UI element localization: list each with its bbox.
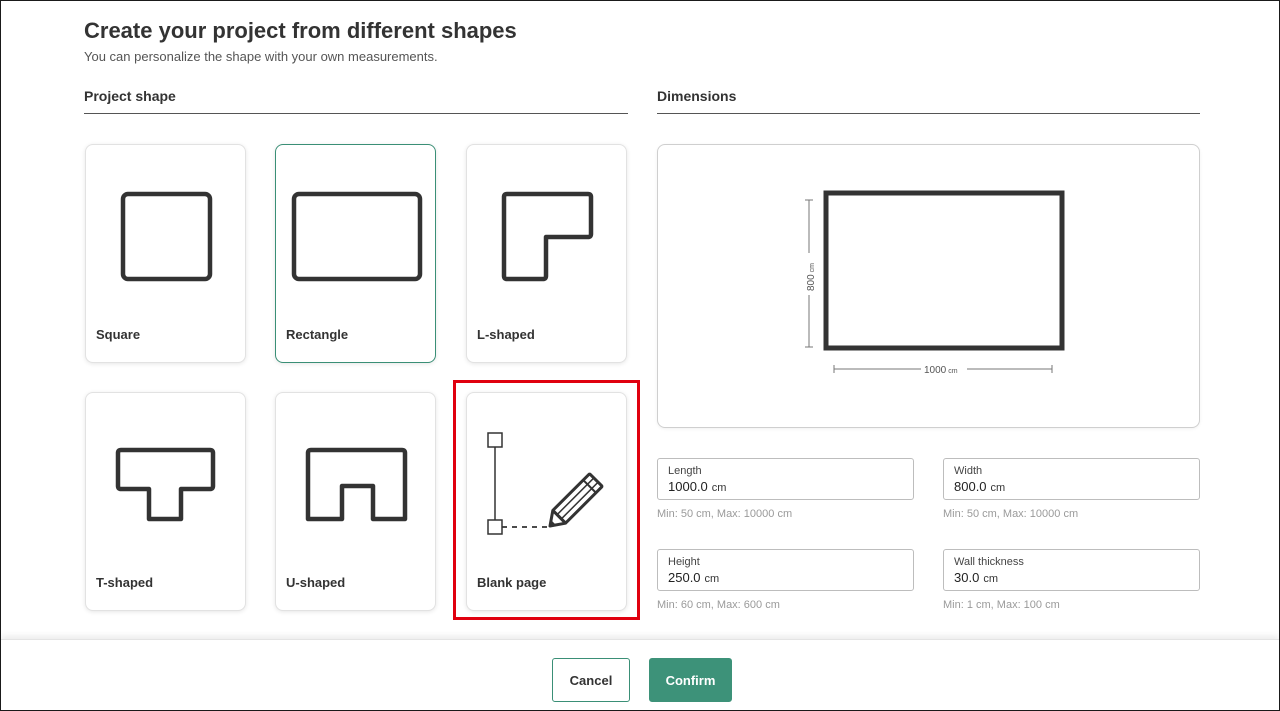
height-input[interactable]: 250.0 cm (668, 570, 719, 585)
shape-card-l-shaped[interactable]: L-shaped (466, 144, 627, 363)
height-hint: Min: 60 cm, Max: 600 cm (657, 599, 780, 611)
preview-width-value: 1000 (924, 365, 947, 376)
shape-card-blank-page[interactable]: Blank page (466, 392, 627, 611)
dimensions-heading: Dimensions (657, 88, 737, 104)
height-field[interactable]: Height 250.0 cm (657, 549, 914, 591)
width-hint: Min: 50 cm, Max: 10000 cm (943, 508, 1079, 520)
length-input[interactable]: 1000.0 cm (668, 479, 726, 494)
confirm-button[interactable]: Confirm (649, 658, 732, 702)
length-value: 1000.0 (668, 479, 708, 494)
shape-card-label: L-shaped (477, 327, 535, 342)
shape-card-t-shaped[interactable]: T-shaped (85, 392, 246, 611)
create-project-dialog: Create your project from different shape… (0, 0, 1280, 711)
wall-thickness-field-label: Wall thickness (954, 556, 1024, 568)
wall-thickness-value: 30.0 (954, 570, 980, 585)
width-value: 800.0 (954, 479, 987, 494)
wall-thickness-hint: Min: 1 cm, Max: 100 cm (943, 599, 1060, 611)
shape-card-u-shaped[interactable]: U-shaped (275, 392, 436, 611)
width-unit: cm (990, 482, 1006, 494)
length-field-label: Length (668, 465, 702, 477)
wall-thickness-field[interactable]: Wall thickness 30.0 cm (943, 549, 1200, 591)
shape-card-label: Square (96, 327, 141, 342)
wall-thickness-unit: cm (983, 573, 998, 585)
length-field[interactable]: Length 1000.0 cm (657, 458, 914, 500)
shape-card-label: Rectangle (286, 327, 349, 342)
length-hint: Min: 50 cm, Max: 10000 cm (657, 508, 793, 520)
preview-width-unit: cm (948, 368, 958, 375)
dialog-footer: Cancel Confirm (1, 639, 1279, 710)
page-subtitle: You can personalize the shape with your … (84, 49, 438, 64)
dimension-preview: 800cm 1000 cm (657, 144, 1200, 428)
width-field-label: Width (954, 465, 983, 477)
cancel-button[interactable]: Cancel (552, 658, 630, 702)
height-unit: cm (704, 573, 720, 585)
width-field[interactable]: Width 800.0 cm (943, 458, 1200, 500)
project-shape-heading: Project shape (84, 88, 176, 104)
shape-card-label: T-shaped (96, 575, 154, 590)
width-input[interactable]: 800.0 cm (954, 479, 1005, 494)
dimensions-divider (657, 113, 1200, 114)
shape-card-label: Blank page (477, 575, 547, 590)
length-unit: cm (711, 482, 727, 494)
preview-height-value: 800 (806, 274, 817, 291)
page-title: Create your project from different shape… (84, 18, 517, 43)
preview-height-unit: cm (809, 263, 816, 273)
shape-card-label: U-shaped (286, 575, 346, 590)
project-shape-divider (84, 113, 628, 114)
shape-card-square[interactable]: Square (85, 144, 246, 363)
height-value: 250.0 (668, 570, 701, 585)
wall-thickness-input[interactable]: 30.0 cm (954, 570, 998, 585)
shape-card-rectangle[interactable]: Rectangle (275, 144, 436, 363)
height-field-label: Height (668, 556, 700, 568)
rectangle-preview-drawing: 800cm 1000 cm (802, 190, 1065, 376)
